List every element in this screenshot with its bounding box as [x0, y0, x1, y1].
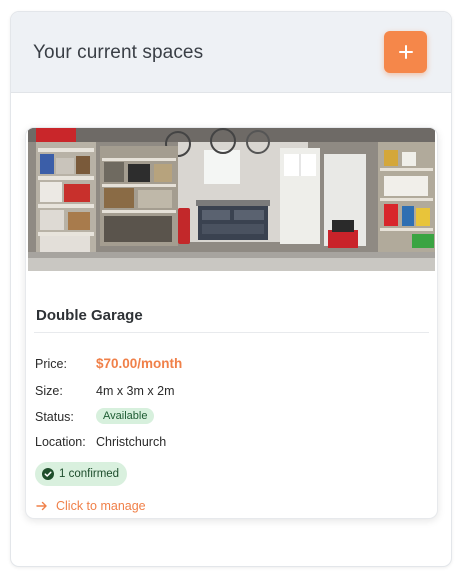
location-label: Location:: [35, 435, 86, 449]
price-value: $70.00/month: [96, 356, 183, 371]
price-label: Price:: [35, 357, 67, 371]
arrow-right-icon: [36, 501, 47, 511]
add-space-button[interactable]: [384, 31, 427, 73]
confirmed-badge: 1 confirmed: [35, 462, 128, 486]
status-badge: Available: [96, 408, 155, 424]
manage-link[interactable]: Click to manage: [36, 499, 146, 513]
size-label: Size:: [35, 384, 63, 398]
space-title: Double Garage: [36, 307, 143, 324]
garage-photo: [28, 128, 435, 271]
confirmed-count: 1 confirmed: [59, 468, 120, 480]
size-value: 4m x 3m x 2m: [96, 384, 175, 398]
check-circle-icon: [42, 468, 54, 480]
status-label: Status:: [35, 410, 74, 424]
plus-icon: [398, 45, 413, 59]
space-card[interactable]: Double Garage Price: $70.00/month Size: …: [25, 127, 438, 519]
panel-title: Your current spaces: [33, 42, 204, 63]
location-value: Christchurch: [96, 435, 167, 449]
spaces-panel: Your current spaces Double Garage Price:…: [10, 11, 452, 567]
panel-header: Your current spaces: [11, 12, 451, 93]
card-divider: [34, 332, 429, 333]
manage-link-text: Click to manage: [56, 499, 146, 513]
